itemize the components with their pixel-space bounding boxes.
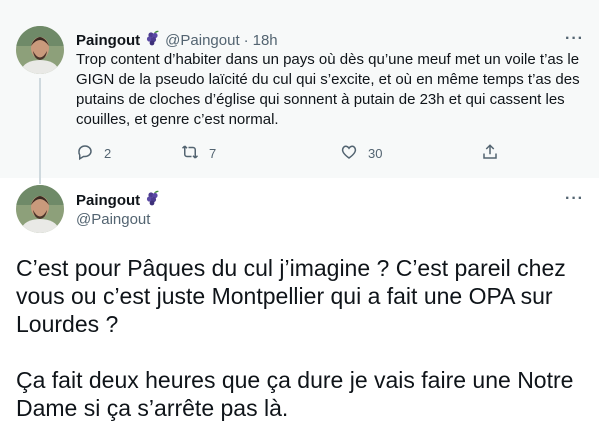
timestamp[interactable]: 18h xyxy=(253,31,278,51)
author-name[interactable]: Paingout xyxy=(76,191,140,211)
share-button[interactable] xyxy=(481,143,509,164)
author-handle[interactable]: @Paingout xyxy=(165,31,239,51)
author-handle[interactable]: @Paingout xyxy=(76,210,150,230)
author-name[interactable]: Paingout xyxy=(76,31,140,51)
share-icon xyxy=(481,143,509,164)
grapes-icon xyxy=(145,190,161,212)
like-button[interactable]: 30 xyxy=(340,143,382,164)
more-icon[interactable]: ··· xyxy=(565,30,584,48)
thread-connector xyxy=(39,78,41,184)
more-icon[interactable]: ··· xyxy=(565,190,584,208)
retweet-icon xyxy=(181,143,209,164)
separator: · xyxy=(243,32,249,49)
avatar[interactable] xyxy=(16,185,64,233)
like-icon xyxy=(340,143,368,164)
tweet-paragraph: Ça fait deux heures que ça dure je vais … xyxy=(16,367,574,421)
like-count: 30 xyxy=(368,146,383,161)
tweet-text: C’est pour Pâques du cul j’imagine ? C’e… xyxy=(16,254,591,422)
tweet-actions: 2 7 30 xyxy=(76,143,506,165)
avatar[interactable] xyxy=(16,26,64,74)
parent-tweet[interactable]: Paingout @Paingout · 18h ··· Trop conten… xyxy=(0,0,599,184)
tweet-paragraph: C’est pour Pâques du cul j’imagine ? C’e… xyxy=(16,255,566,337)
parent-tweet-header: Paingout @Paingout · 18h xyxy=(76,30,278,52)
retweet-button[interactable]: 7 xyxy=(181,143,216,164)
main-tweet-author: Paingout xyxy=(76,190,165,212)
reply-icon xyxy=(76,143,104,164)
reply-count: 2 xyxy=(104,146,112,161)
tweet-text: Trop content d’habiter dans un pays où d… xyxy=(76,51,580,128)
reply-button[interactable]: 2 xyxy=(76,143,111,164)
retweet-count: 7 xyxy=(209,146,217,161)
grapes-icon xyxy=(145,30,161,52)
